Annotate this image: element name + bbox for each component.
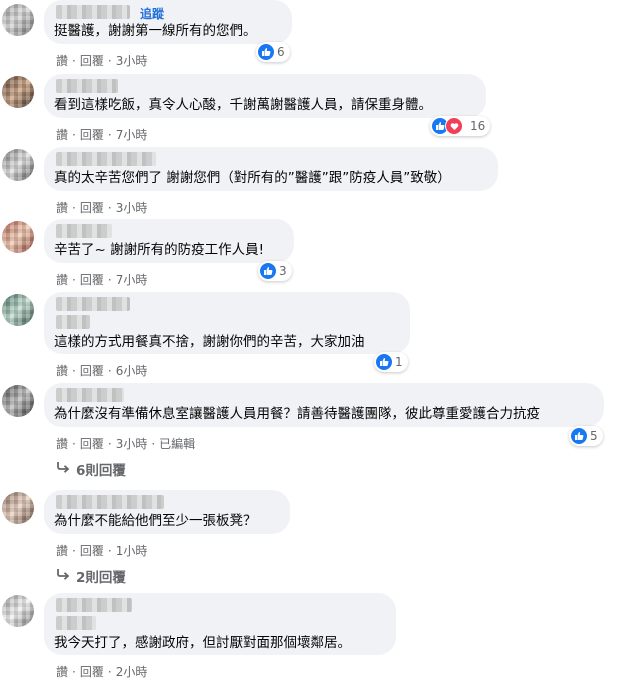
comment-bubble: 辛苦了~ 謝謝所有的防疫工作人員! [44, 219, 294, 263]
reaction-summary[interactable]: 16 [430, 116, 491, 136]
reaction-count: 6 [277, 45, 285, 59]
avatar[interactable] [2, 221, 34, 253]
reply-button[interactable]: 回覆 [80, 201, 104, 215]
author-name[interactable] [56, 388, 124, 402]
comment-actions: 讚 · 回覆 · 3小時 [56, 54, 148, 68]
timestamp[interactable]: 3小時 [116, 54, 148, 68]
timestamp[interactable]: 1小時 [116, 544, 148, 558]
reaction-summary[interactable]: 5 [569, 426, 603, 446]
comment-actions: 讚 · 回覆 · 7小時 [56, 128, 148, 142]
timestamp[interactable]: 7小時 [116, 128, 148, 142]
author-name[interactable] [56, 79, 118, 93]
comment-text: 這樣的方式用餐真不捨，謝謝你們的辛苦，大家加油 [54, 334, 365, 350]
love-reaction-icon [445, 117, 463, 135]
like-button[interactable]: 讚 [56, 364, 68, 378]
like-button[interactable]: 讚 [56, 54, 68, 68]
reply-button[interactable]: 回覆 [80, 273, 104, 287]
comment-bubble: 我今天打了，感謝政府，但討厭對面那個壞鄰居。 [44, 593, 396, 655]
reply-button[interactable]: 回覆 [80, 665, 104, 679]
comment-text: 為什麼不能給他們至少一張板凳？ [54, 513, 257, 529]
like-button[interactable]: 讚 [56, 544, 68, 558]
reply-button[interactable]: 回覆 [80, 364, 104, 378]
reply-button[interactable]: 回覆 [80, 437, 104, 451]
reaction-summary[interactable]: 1 [374, 352, 408, 372]
edited-label: 已編輯 [159, 437, 196, 451]
comment-actions: 讚 · 回覆 · 3小時 [56, 201, 148, 215]
comment-actions: 讚 · 回覆 · 1小時 [56, 544, 148, 558]
avatar[interactable] [2, 76, 34, 108]
timestamp[interactable]: 2小時 [116, 665, 148, 679]
comment-bubble: 真的太辛苦您們了 謝謝您們（對所有的”醫護”跟”防疫人員”致敬） [44, 147, 498, 191]
author-name[interactable] [56, 297, 130, 311]
timestamp[interactable]: 6小時 [116, 364, 148, 378]
view-replies-link[interactable]: 2則回覆 [56, 566, 126, 586]
reaction-count: 1 [395, 355, 403, 369]
comment-bubble: 看到這樣吃飯，真令人心酸，千謝萬謝醫護人員，請保重身體。 [44, 74, 486, 118]
replies-count-label: 2則回覆 [76, 570, 126, 586]
author-name-line-2 [56, 616, 96, 630]
like-reaction-icon [571, 428, 587, 444]
like-button[interactable]: 讚 [56, 128, 68, 142]
comment-text: 真的太辛苦您們了 謝謝您們（對所有的”醫護”跟”防疫人員”致敬） [54, 170, 451, 186]
comment-bubble: 為什麼不能給他們至少一張板凳？ [44, 490, 290, 534]
like-button[interactable]: 讚 [56, 437, 68, 451]
comment-actions: 讚 · 回覆 · 7小時 [56, 273, 148, 287]
reply-arrow-icon [56, 568, 70, 584]
reply-button[interactable]: 回覆 [80, 544, 104, 558]
reaction-count: 3 [279, 264, 287, 278]
reaction-summary[interactable]: 3 [258, 261, 292, 281]
like-reaction-icon [376, 354, 392, 370]
comment-text: 看到這樣吃飯，真令人心酸，千謝萬謝醫護人員，請保重身體。 [54, 97, 432, 113]
comment-text: 我今天打了，感謝政府，但討厭對面那個壞鄰居。 [54, 635, 351, 651]
reply-button[interactable]: 回覆 [80, 128, 104, 142]
follow-link[interactable]: 追蹤 [140, 5, 164, 22]
avatar[interactable] [2, 4, 34, 36]
comment-text: 辛苦了~ 謝謝所有的防疫工作人員! [54, 242, 265, 258]
avatar[interactable] [2, 385, 34, 417]
author-name[interactable] [56, 224, 112, 238]
author-name[interactable] [56, 5, 130, 19]
replies-count-label: 6則回覆 [76, 463, 126, 479]
reaction-count: 5 [590, 429, 598, 443]
comment-bubble: 追蹤 挺醫護，謝謝第一線所有的您們。 [44, 0, 292, 44]
avatar[interactable] [2, 595, 34, 627]
comment-text: 挺醫護，謝謝第一線所有的您們。 [54, 23, 257, 39]
like-button[interactable]: 讚 [56, 201, 68, 215]
reaction-summary[interactable]: 6 [256, 42, 290, 62]
comment-actions: 讚 · 回覆 · 6小時 [56, 364, 148, 378]
reaction-count: 16 [470, 119, 486, 133]
reply-button[interactable]: 回覆 [80, 54, 104, 68]
comment-actions: 讚 · 回覆 · 3小時 · 已編輯 [56, 437, 196, 451]
comment-bubble: 為什麼沒有準備休息室讓醫護人員用餐？請善待醫護團隊，彼此尊重愛護合力抗疫 [44, 383, 604, 427]
reply-arrow-icon [56, 461, 70, 477]
comment-text: 為什麼沒有準備休息室讓醫護人員用餐？請善待醫護團隊，彼此尊重愛護合力抗疫 [54, 406, 540, 422]
timestamp[interactable]: 7小時 [116, 273, 148, 287]
author-name[interactable] [56, 598, 132, 612]
timestamp[interactable]: 3小時 [116, 201, 148, 215]
avatar[interactable] [2, 492, 34, 524]
view-replies-link[interactable]: 6則回覆 [56, 459, 126, 479]
like-reaction-icon [260, 263, 276, 279]
like-button[interactable]: 讚 [56, 665, 68, 679]
avatar[interactable] [2, 294, 34, 326]
like-button[interactable]: 讚 [56, 273, 68, 287]
timestamp[interactable]: 3小時 [116, 437, 148, 451]
comment-bubble: 這樣的方式用餐真不捨，謝謝你們的辛苦，大家加油 [44, 292, 410, 354]
author-name[interactable] [56, 152, 156, 166]
like-reaction-icon [258, 44, 274, 60]
author-name-line-2 [56, 315, 90, 329]
author-name[interactable] [56, 495, 164, 509]
avatar[interactable] [2, 149, 34, 181]
